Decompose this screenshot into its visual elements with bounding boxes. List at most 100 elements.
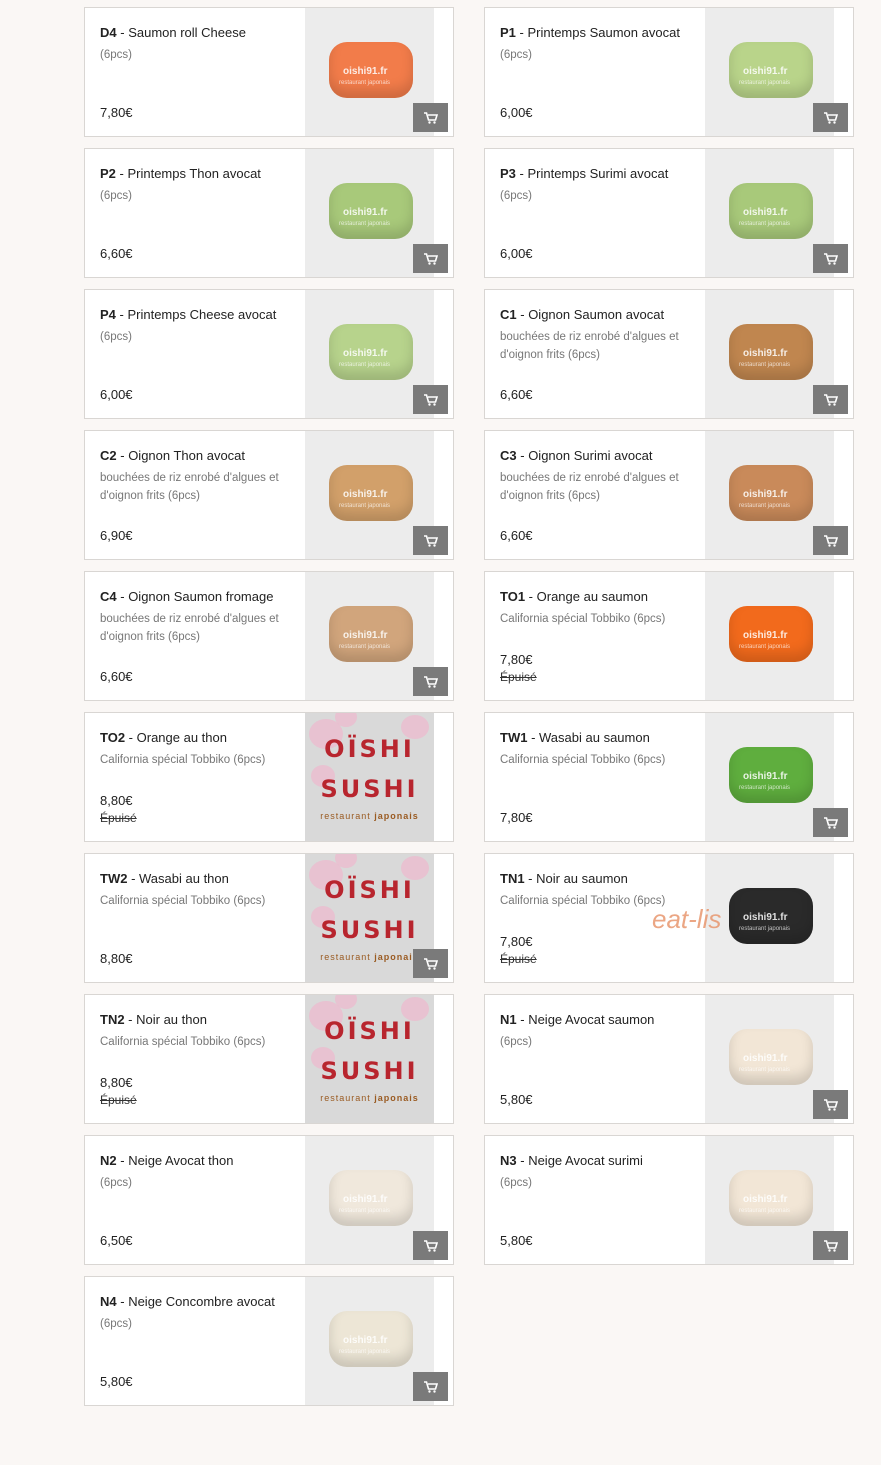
product-card[interactable]: N1 - Neige Avocat saumon (6pcs) 5,80€ oishi… bbox=[484, 994, 854, 1124]
product-title[interactable]: C4 - Oignon Saumon fromage bbox=[100, 588, 300, 605]
product-title[interactable]: N2 - Neige Avocat thon bbox=[100, 1152, 300, 1169]
watermark-text: oishi91.fr bbox=[343, 630, 388, 641]
watermark-subtext: restaurant japonais bbox=[739, 80, 791, 86]
product-card[interactable]: P1 - Printemps Saumon avocat (6pcs) 6,00€ o… bbox=[484, 7, 854, 137]
watermark-text: oishi91.fr bbox=[743, 1194, 788, 1205]
product-title[interactable]: C2 - Oignon Thon avocat bbox=[100, 447, 300, 464]
product-title[interactable]: P3 - Printemps Surimi avocat bbox=[500, 165, 700, 182]
product-description: California spécial Tobbiko (6pcs) bbox=[100, 754, 266, 766]
watermark-text: oishi91.fr bbox=[343, 348, 388, 359]
add-to-cart-button[interactable] bbox=[813, 103, 848, 132]
cart-icon bbox=[423, 252, 438, 265]
product-code: C1 bbox=[500, 307, 517, 322]
product-card[interactable]: N4 - Neige Concombre avocat (6pcs) 5,80€ oi… bbox=[84, 1276, 454, 1406]
product-title[interactable]: N4 - Neige Concombre avocat bbox=[100, 1293, 300, 1310]
product-card[interactable]: TO2 - Orange au thon California spécial T… bbox=[84, 712, 454, 842]
add-to-cart-button[interactable] bbox=[413, 1372, 448, 1401]
cart-icon bbox=[423, 111, 438, 124]
logo-line2: SUSHI bbox=[320, 1057, 419, 1085]
product-title[interactable]: TW2 - Wasabi au thon bbox=[100, 870, 300, 887]
product-price: 6,00€ bbox=[500, 105, 533, 120]
product-title[interactable]: N3 - Neige Avocat surimi bbox=[500, 1152, 700, 1169]
cart-icon bbox=[823, 393, 838, 406]
product-card[interactable]: TW1 - Wasabi au saumon California spécial… bbox=[484, 712, 854, 842]
product-card[interactable]: N3 - Neige Avocat surimi (6pcs) 5,80€ oishi… bbox=[484, 1135, 854, 1265]
product-name: Wasabi au saumon bbox=[539, 730, 650, 745]
product-title[interactable]: P4 - Printemps Cheese avocat bbox=[100, 306, 300, 323]
add-to-cart-button[interactable] bbox=[413, 103, 448, 132]
product-image[interactable]: OÏSHI SUSHI restaurant japonais bbox=[305, 713, 434, 841]
product-info: TW2 - Wasabi au thon California spécial T… bbox=[100, 870, 300, 910]
product-price: 7,80€ bbox=[500, 652, 533, 667]
product-card[interactable]: P3 - Printemps Surimi avocat (6pcs) 6,00€ o… bbox=[484, 148, 854, 278]
product-title[interactable]: TN2 - Noir au thon bbox=[100, 1011, 300, 1028]
product-price: 6,90€ bbox=[100, 528, 133, 543]
product-image[interactable]: OÏSHI SUSHI restaurant japonais bbox=[305, 995, 434, 1123]
product-code: N4 bbox=[100, 1294, 117, 1309]
product-info: C2 - Oignon Thon avocat bouchées de riz e… bbox=[100, 447, 300, 505]
product-info: N3 - Neige Avocat surimi (6pcs) bbox=[500, 1152, 700, 1192]
add-to-cart-button[interactable] bbox=[813, 1090, 848, 1119]
watermark-subtext: restaurant japonais bbox=[339, 221, 391, 227]
product-title[interactable]: N1 - Neige Avocat saumon bbox=[500, 1011, 700, 1028]
add-to-cart-button[interactable] bbox=[413, 949, 448, 978]
product-info: P3 - Printemps Surimi avocat (6pcs) bbox=[500, 165, 700, 205]
product-info: P4 - Printemps Cheese avocat (6pcs) bbox=[100, 306, 300, 346]
product-title[interactable]: C1 - Oignon Saumon avocat bbox=[500, 306, 700, 323]
product-card[interactable]: P2 - Printemps Thon avocat (6pcs) 6,60€ ois… bbox=[84, 148, 454, 278]
product-card[interactable]: C2 - Oignon Thon avocat bouchées de riz e… bbox=[84, 430, 454, 560]
product-title[interactable]: TW1 - Wasabi au saumon bbox=[500, 729, 700, 746]
add-to-cart-button[interactable] bbox=[413, 1231, 448, 1260]
cart-icon bbox=[423, 1380, 438, 1393]
product-title[interactable]: TN1 - Noir au saumon bbox=[500, 870, 700, 887]
product-description: California spécial Tobbiko (6pcs) bbox=[500, 754, 666, 766]
product-price: 5,80€ bbox=[500, 1092, 533, 1107]
watermark-text: oishi91.fr bbox=[343, 66, 388, 77]
product-card[interactable]: TN2 - Noir au thon California spécial Tob… bbox=[84, 994, 454, 1124]
product-price: 8,80€ bbox=[100, 951, 133, 966]
product-title[interactable]: P1 - Printemps Saumon avocat bbox=[500, 24, 700, 41]
product-price: 6,00€ bbox=[100, 387, 133, 402]
add-to-cart-button[interactable] bbox=[813, 808, 848, 837]
watermark-subtext: restaurant japonais bbox=[339, 80, 391, 86]
add-to-cart-button[interactable] bbox=[813, 526, 848, 555]
product-card[interactable]: TW2 - Wasabi au thon California spécial T… bbox=[84, 853, 454, 983]
cart-icon bbox=[423, 534, 438, 547]
product-image[interactable]: oishi91.fr restaurant japonais bbox=[705, 572, 834, 700]
product-title[interactable]: C3 - Oignon Surimi avocat bbox=[500, 447, 700, 464]
product-info: TO2 - Orange au thon California spécial T… bbox=[100, 729, 300, 769]
product-card[interactable]: C1 - Oignon Saumon avocat bouchées de riz… bbox=[484, 289, 854, 419]
product-card[interactable]: P4 - Printemps Cheese avocat (6pcs) 6,00€ o… bbox=[84, 289, 454, 419]
product-card[interactable]: C4 - Oignon Saumon fromage bouchées de ri… bbox=[84, 571, 454, 701]
product-card[interactable]: N2 - Neige Avocat thon (6pcs) 6,50€ oishi91… bbox=[84, 1135, 454, 1265]
product-description: bouchées de riz enrobé d'algues et d'oig… bbox=[500, 472, 679, 502]
product-card[interactable]: C3 - Oignon Surimi avocat bouchées de riz… bbox=[484, 430, 854, 560]
product-info: C1 - Oignon Saumon avocat bouchées de riz… bbox=[500, 306, 700, 364]
cart-icon bbox=[823, 816, 838, 829]
product-description: California spécial Tobbiko (6pcs) bbox=[500, 613, 666, 625]
product-title[interactable]: TO1 - Orange au saumon bbox=[500, 588, 700, 605]
watermark-subtext: restaurant japonais bbox=[339, 362, 391, 368]
add-to-cart-button[interactable] bbox=[413, 244, 448, 273]
product-title[interactable]: P2 - Printemps Thon avocat bbox=[100, 165, 300, 182]
product-info: TN2 - Noir au thon California spécial Tob… bbox=[100, 1011, 300, 1051]
product-name: Neige Avocat thon bbox=[128, 1153, 234, 1168]
add-to-cart-button[interactable] bbox=[413, 385, 448, 414]
product-info: P1 - Printemps Saumon avocat (6pcs) bbox=[500, 24, 700, 64]
product-code: C4 bbox=[100, 589, 117, 604]
logo-line2: SUSHI bbox=[320, 775, 419, 803]
product-title[interactable]: TO2 - Orange au thon bbox=[100, 729, 300, 746]
add-to-cart-button[interactable] bbox=[813, 385, 848, 414]
add-to-cart-button[interactable] bbox=[813, 1231, 848, 1260]
product-name: Wasabi au thon bbox=[139, 871, 229, 886]
product-card[interactable]: TO1 - Orange au saumon California spécial… bbox=[484, 571, 854, 701]
add-to-cart-button[interactable] bbox=[413, 667, 448, 696]
product-card[interactable]: D4 - Saumon roll Cheese (6pcs) 7,80€ oishi9… bbox=[84, 7, 454, 137]
product-price: 6,60€ bbox=[100, 669, 133, 684]
logo-line3: restaurant japonais bbox=[320, 1093, 419, 1103]
add-to-cart-button[interactable] bbox=[413, 526, 448, 555]
watermark-text: oishi91.fr bbox=[743, 1053, 788, 1064]
add-to-cart-button[interactable] bbox=[813, 244, 848, 273]
product-title[interactable]: D4 - Saumon roll Cheese bbox=[100, 24, 300, 41]
product-image[interactable]: oishi91.fr restaurant japonais bbox=[705, 854, 834, 982]
